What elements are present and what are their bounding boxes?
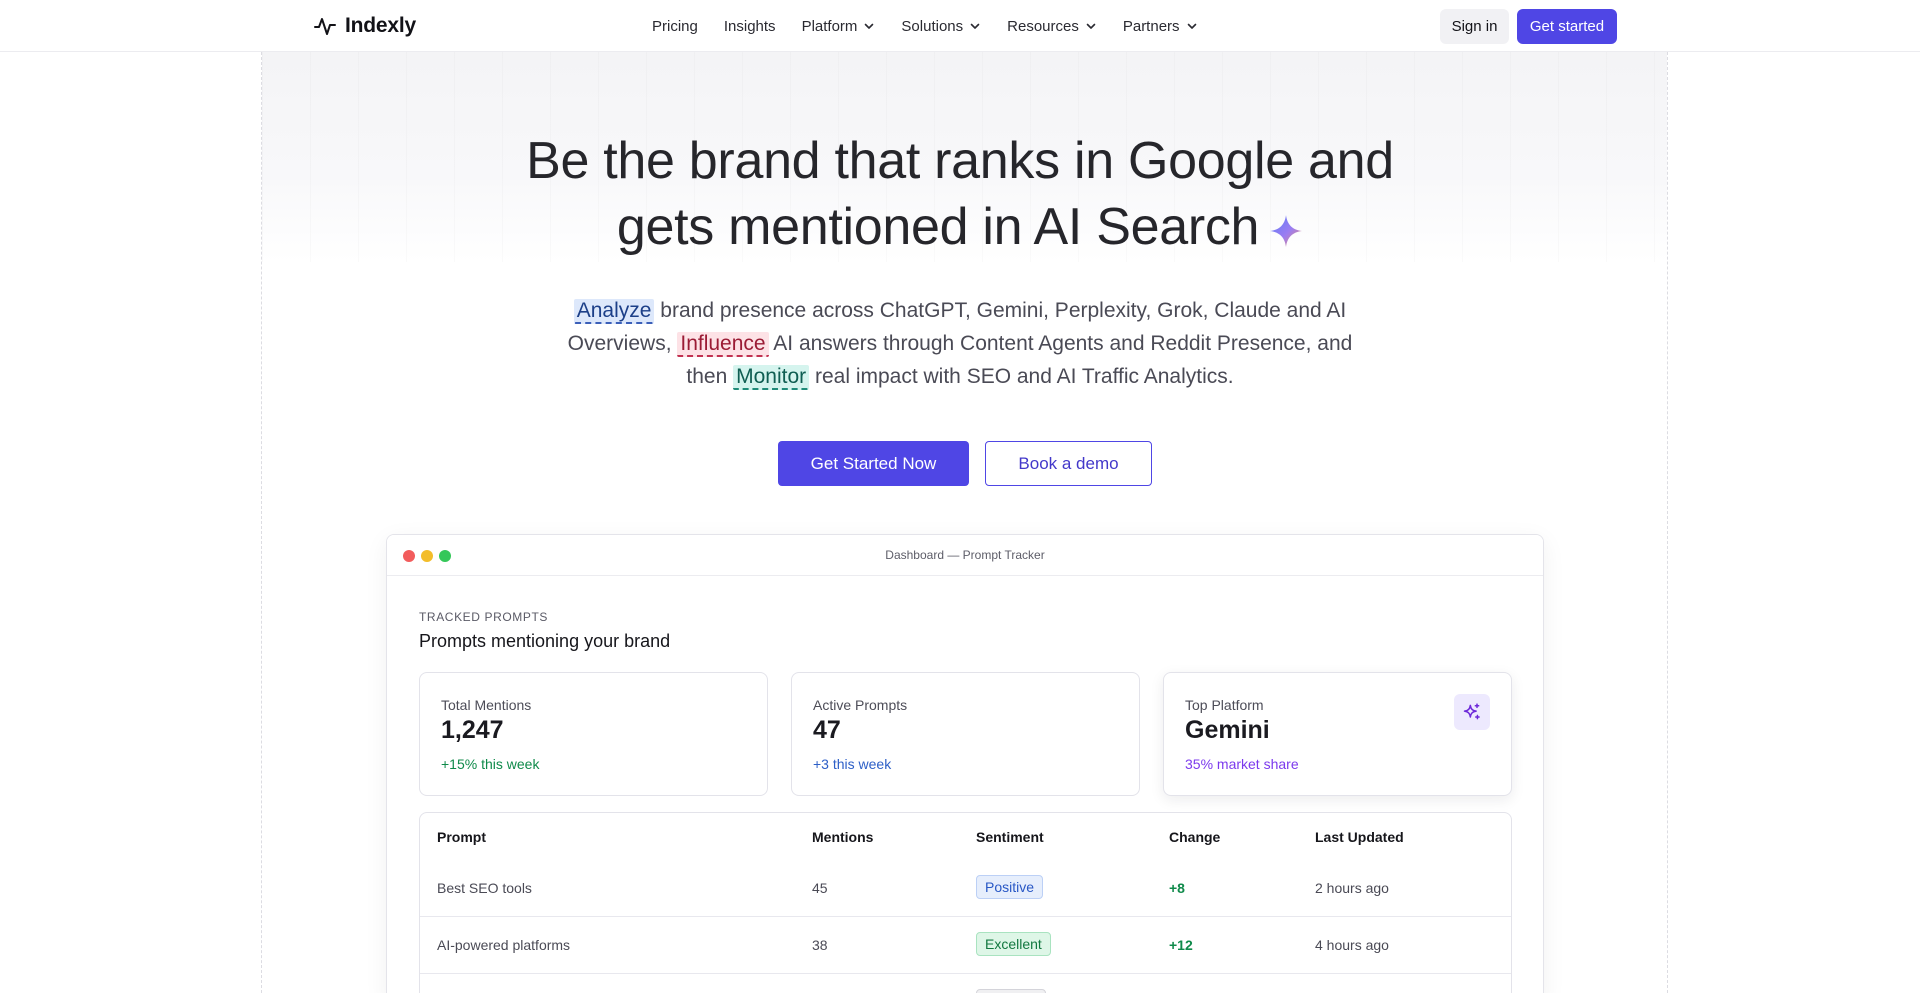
cell-mentions: 45	[812, 880, 828, 896]
top-navigation: Indexly Pricing Insights Platform Soluti…	[0, 0, 1920, 52]
stat-card-total-mentions: Total Mentions 1,247 +15% this week	[419, 672, 768, 796]
column-header-prompt[interactable]: Prompt	[437, 829, 486, 845]
stat-delta: +3 this week	[813, 756, 892, 772]
nav-item-label: Platform	[801, 17, 858, 35]
nav-item-label: Resources	[1007, 17, 1079, 35]
stat-label: Top Platform	[1185, 697, 1264, 713]
dashboard-preview-window: Dashboard — Prompt Tracker TRACKED PROMP…	[386, 534, 1544, 993]
highlight-monitor: Monitor	[733, 365, 810, 390]
nav-item-label: Partners	[1122, 17, 1180, 35]
get-started-now-button[interactable]: Get Started Now	[778, 441, 969, 486]
cell-change: +12	[1169, 937, 1193, 953]
nav-item-solutions[interactable]: Solutions	[901, 14, 981, 38]
nav-item-pricing[interactable]: Pricing	[652, 14, 698, 38]
nav-item-platform[interactable]: Platform	[802, 14, 876, 38]
nav-item-label: Solutions	[901, 17, 964, 35]
chevron-down-icon	[1086, 23, 1096, 29]
table-row[interactable]: AI-powered platforms 38 Excellent +12 4 …	[420, 917, 1511, 974]
stat-card-active-prompts: Active Prompts 47 +3 this week	[791, 672, 1140, 796]
prompts-table: Prompt Mentions Sentiment Change Last Up…	[419, 812, 1512, 993]
hero-title-line-2: gets mentioned in AI Search	[616, 198, 1260, 256]
sentiment-badge: Positive	[976, 875, 1044, 899]
nav-item-resources[interactable]: Resources	[1007, 14, 1097, 38]
section-title: Prompts mentioning your brand	[419, 631, 671, 651]
window-title-bar: Dashboard — Prompt Tracker	[387, 535, 1543, 576]
chevron-down-icon	[865, 23, 874, 29]
column-header-last-updated[interactable]: Last Updated	[1315, 829, 1404, 845]
chevron-down-icon	[970, 23, 980, 29]
cell-mentions: 38	[812, 937, 828, 953]
stat-card-top-platform: Top Platform Gemini 35% market share	[1163, 672, 1512, 796]
sparkles-icon	[1454, 694, 1490, 730]
nav-item-partners[interactable]: Partners	[1123, 14, 1198, 38]
stat-label: Total Mentions	[441, 697, 532, 713]
nav-item-insights[interactable]: Insights	[724, 14, 776, 38]
nav-item-label: Insights	[723, 17, 776, 35]
hero-title: Be the brand that ranks in Google and ge…	[360, 128, 1560, 260]
cell-prompt: Best SEO tools	[437, 880, 532, 896]
stat-delta: +15% this week	[441, 756, 540, 772]
column-header-sentiment[interactable]: Sentiment	[976, 829, 1044, 845]
stat-delta: 35% market share	[1185, 756, 1299, 772]
main-menu: Pricing Insights Platform Solutions Reso…	[652, 14, 1224, 38]
stat-value: 1,247	[441, 716, 504, 744]
sign-in-button[interactable]: Sign in	[1440, 9, 1509, 44]
sentiment-badge: Excellent	[976, 932, 1051, 956]
section-eyebrow: TRACKED PROMPTS	[419, 610, 549, 624]
window-title: Dashboard — Prompt Tracker	[885, 548, 1045, 562]
cell-change: +8	[1169, 880, 1185, 896]
stat-value: Gemini	[1185, 716, 1270, 744]
get-started-button[interactable]: Get started	[1517, 9, 1617, 44]
brand-name: Indexly	[345, 14, 416, 37]
brand-logo[interactable]: Indexly	[313, 12, 416, 40]
highlight-influence: Influence	[677, 332, 769, 357]
highlight-analyze: Analyze	[573, 299, 655, 324]
cell-last-updated: 4 hours ago	[1315, 937, 1389, 953]
cell-prompt: AI-powered platforms	[437, 937, 571, 953]
nav-item-label: Pricing	[652, 17, 698, 35]
sparkle-icon	[1270, 215, 1303, 247]
table-row[interactable]: Best SEO tools 45 Positive +8 2 hours ag…	[420, 860, 1511, 917]
sentiment-badge-partial	[976, 989, 1046, 993]
column-header-mentions[interactable]: Mentions	[812, 829, 873, 845]
stat-value: 47	[813, 716, 841, 744]
chevron-down-icon	[1187, 23, 1196, 29]
stat-label: Active Prompts	[813, 697, 908, 713]
activity-pulse-icon	[314, 18, 336, 35]
book-demo-button[interactable]: Book a demo	[985, 441, 1152, 486]
table-row-partial[interactable]	[420, 974, 1511, 993]
cell-last-updated: 2 hours ago	[1315, 880, 1389, 896]
hero-title-line-1: Be the brand that ranks in Google and	[526, 132, 1394, 190]
subtitle-text-3: real impact with SEO and AI Traffic Anal…	[809, 365, 1234, 388]
column-header-change[interactable]: Change	[1169, 829, 1220, 845]
hero-subtitle: Analyze brand presence across ChatGPT, G…	[560, 294, 1360, 393]
